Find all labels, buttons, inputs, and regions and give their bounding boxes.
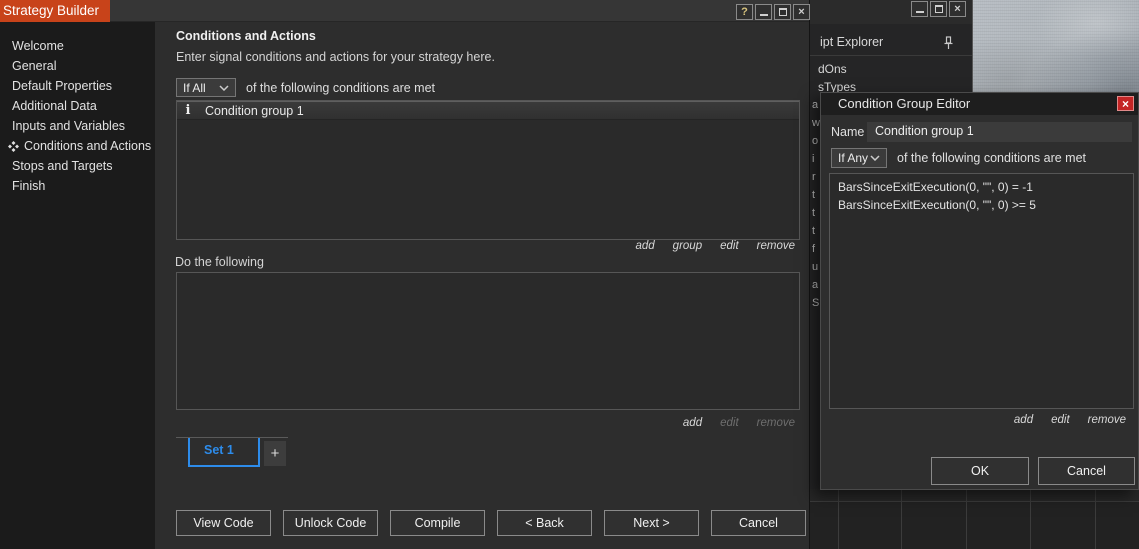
next-button[interactable]: Next > xyxy=(604,510,699,536)
pin-icon[interactable] xyxy=(944,36,953,53)
condition-links: add group edit remove xyxy=(500,240,795,252)
condition-group-editor-dialog: Condition Group Editor × Name Condition … xyxy=(820,92,1139,490)
grid-header-row xyxy=(810,489,1139,502)
name-label: Name xyxy=(831,125,865,139)
sidebar-item-finish[interactable]: Finish xyxy=(0,176,155,196)
explorer-header-label: ipt Explorer xyxy=(820,35,884,49)
add-link[interactable]: add xyxy=(635,240,654,252)
dropdown-value: If Any xyxy=(838,151,869,165)
edit-link[interactable]: edit xyxy=(1051,414,1070,426)
close-button[interactable]: × xyxy=(793,4,810,20)
group-dropdown-caption: of the following conditions are met xyxy=(897,151,1086,165)
action-links: add edit remove xyxy=(560,417,795,429)
unlock-code-button[interactable]: Unlock Code xyxy=(283,510,378,536)
remove-link[interactable]: remove xyxy=(757,240,795,252)
remove-link[interactable]: remove xyxy=(1088,414,1126,426)
sidebar-item-additional-data[interactable]: Additional Data xyxy=(0,96,155,116)
help-button[interactable]: ? xyxy=(736,4,753,20)
ok-button[interactable]: OK xyxy=(931,457,1029,485)
page-title: Conditions and Actions xyxy=(176,29,316,43)
minimize-button[interactable] xyxy=(755,4,772,20)
grid-line xyxy=(838,489,839,549)
sidebar-item-stops-targets[interactable]: Stops and Targets xyxy=(0,156,155,176)
close-button[interactable]: × xyxy=(1117,96,1134,111)
strategy-builder-titlebar[interactable]: Strategy Builder ? × xyxy=(0,0,810,22)
tab-set-1[interactable]: Set 1 xyxy=(188,438,260,467)
explorer-titlebar: × xyxy=(810,0,972,24)
condition-item[interactable]: BarsSinceExitExecution(0, "", 0) >= 5 xyxy=(838,196,1133,214)
grid-line xyxy=(966,489,967,549)
grid-line xyxy=(1030,489,1031,549)
dialog-title: Condition Group Editor xyxy=(838,96,971,111)
group-condition-links: add edit remove xyxy=(921,414,1126,426)
page-subtitle: Enter signal conditions and actions for … xyxy=(176,50,495,64)
chevron-down-icon xyxy=(219,84,229,91)
wizard-sidebar: Welcome General Default Properties Addit… xyxy=(0,22,155,549)
info-icon: i xyxy=(185,103,191,118)
cancel-button[interactable]: Cancel xyxy=(711,510,806,536)
group-logic-dropdown[interactable]: If Any xyxy=(831,148,887,168)
condition-group-row[interactable]: i Condition group 1 xyxy=(177,101,799,120)
dialog-titlebar[interactable]: Condition Group Editor × xyxy=(821,93,1138,115)
close-icon: × xyxy=(1121,96,1129,111)
edit-link[interactable]: edit xyxy=(720,240,739,252)
add-link[interactable]: add xyxy=(1014,414,1033,426)
chevron-down-icon xyxy=(870,155,880,161)
maximize-button[interactable] xyxy=(774,4,791,20)
grid-line xyxy=(1095,489,1096,549)
view-code-button[interactable]: View Code xyxy=(176,510,271,536)
remove-link[interactable]: remove xyxy=(757,417,795,429)
actions-label: Do the following xyxy=(175,255,264,269)
condition-dropdown-caption: of the following conditions are met xyxy=(246,81,435,95)
strategy-builder-window: Strategy Builder ? × Welcome General Def… xyxy=(0,0,810,549)
background-data-grid xyxy=(810,489,1139,549)
compile-button[interactable]: Compile xyxy=(390,510,485,536)
condition-logic-dropdown[interactable]: If All xyxy=(176,78,236,97)
sidebar-item-general[interactable]: General xyxy=(0,56,155,76)
actions-list[interactable] xyxy=(176,272,800,410)
minimize-icon xyxy=(759,9,768,16)
sidebar-item-conditions-actions[interactable]: Conditions and Actions xyxy=(0,136,155,156)
window-title: Strategy Builder xyxy=(0,0,110,22)
grid-line xyxy=(901,489,902,549)
maximize-icon xyxy=(778,8,787,16)
tree-item[interactable]: dOns xyxy=(818,62,847,76)
add-link[interactable]: add xyxy=(683,417,702,429)
minimize-icon xyxy=(915,6,924,13)
diamond-cluster-icon xyxy=(8,140,19,152)
cancel-button[interactable]: Cancel xyxy=(1038,457,1135,485)
sidebar-item-inputs-variables[interactable]: Inputs and Variables xyxy=(0,116,155,136)
group-link[interactable]: group xyxy=(673,240,702,252)
edit-link[interactable]: edit xyxy=(720,417,739,429)
maximize-button[interactable] xyxy=(930,1,947,17)
dropdown-value: If All xyxy=(183,80,206,95)
minimize-button[interactable] xyxy=(911,1,928,17)
sidebar-item-default-properties[interactable]: Default Properties xyxy=(0,76,155,96)
name-field[interactable]: Condition group 1 xyxy=(867,122,1132,142)
help-icon: ? xyxy=(741,5,748,18)
back-button[interactable]: < Back xyxy=(497,510,592,536)
screen: × ipt Explorer dOns sTypes a w o i r t t… xyxy=(0,0,1139,549)
add-set-button[interactable]: + xyxy=(264,441,286,466)
condition-group-label: Condition group 1 xyxy=(205,103,304,118)
condition-groups-list[interactable]: i Condition group 1 xyxy=(176,100,800,240)
sidebar-item-welcome[interactable]: Welcome xyxy=(0,36,155,56)
close-icon: × xyxy=(798,5,805,18)
sidebar-item-label: Conditions and Actions xyxy=(24,139,152,153)
desktop-wallpaper xyxy=(973,0,1139,92)
close-icon: × xyxy=(954,2,961,15)
maximize-icon xyxy=(934,5,943,13)
condition-item[interactable]: BarsSinceExitExecution(0, "", 0) = -1 xyxy=(838,178,1133,196)
explorer-panel-header: ipt Explorer xyxy=(810,30,972,56)
close-button[interactable]: × xyxy=(949,1,966,17)
group-conditions-list[interactable]: BarsSinceExitExecution(0, "", 0) = -1 Ba… xyxy=(829,173,1134,409)
